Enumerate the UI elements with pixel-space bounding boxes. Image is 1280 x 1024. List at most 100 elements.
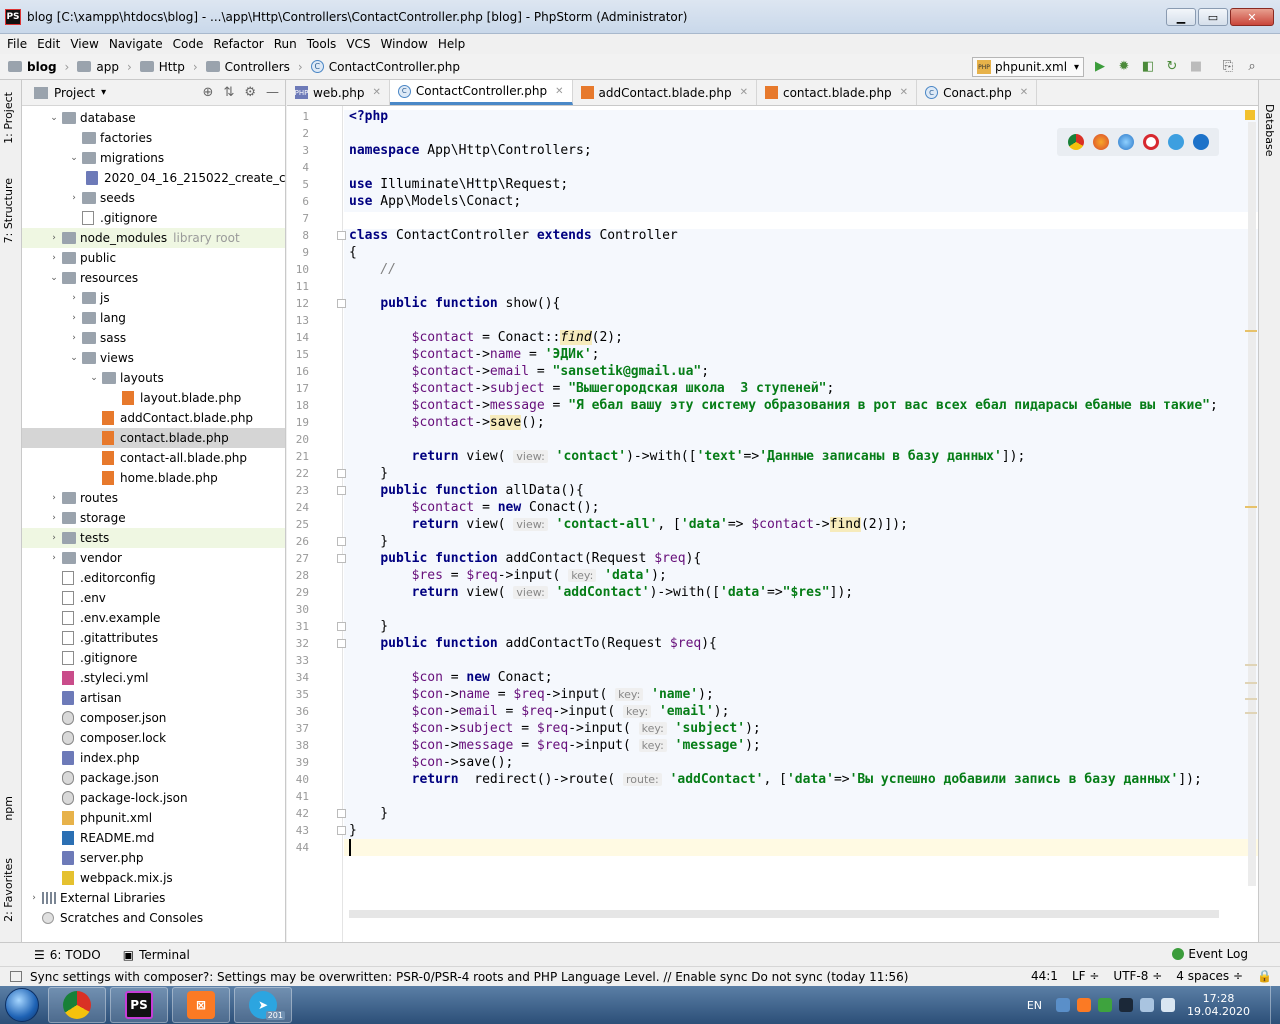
tree-item[interactable]: ⌄ migrations — [22, 148, 285, 168]
collapse-arrow-icon[interactable]: › — [46, 513, 62, 523]
fold-marker-icon[interactable] — [337, 537, 346, 546]
tab-database-tool[interactable]: Database — [1263, 104, 1276, 157]
tab-npm-tool[interactable]: npm — [2, 796, 15, 821]
menu-window[interactable]: Window — [376, 37, 433, 51]
tree-item[interactable]: › lang — [22, 308, 285, 328]
menu-vcs[interactable]: VCS — [341, 37, 375, 51]
code-line[interactable]: } — [349, 533, 388, 550]
tree-item[interactable]: › sass — [22, 328, 285, 348]
firefox-icon[interactable] — [1092, 134, 1109, 150]
code-line[interactable]: $con->name = $req->input( key: 'name'); — [349, 686, 714, 703]
profile-icon[interactable]: ↻ — [1164, 58, 1180, 74]
menu-help[interactable]: Help — [433, 37, 470, 51]
code-line[interactable]: return view( view: 'contact')->with(['te… — [349, 448, 1026, 465]
collapse-arrow-icon[interactable]: › — [26, 893, 42, 903]
code-line[interactable]: $con->subject = $req->input( key: 'subje… — [349, 720, 761, 737]
file-encoding[interactable]: UTF-8 ÷ — [1113, 969, 1162, 983]
tree-item[interactable]: .env.example — [22, 608, 285, 628]
clock[interactable]: 17:28 19.04.2020 — [1187, 992, 1250, 1018]
collapse-arrow-icon[interactable]: › — [46, 533, 62, 543]
collapse-arrow-icon[interactable]: › — [66, 333, 82, 343]
lock-icon[interactable]: 🔒 — [1257, 969, 1272, 983]
code-line[interactable]: class ContactController extends Controll… — [349, 227, 678, 244]
menu-tools[interactable]: Tools — [302, 37, 342, 51]
terminal-icon[interactable]: ⎘ — [1220, 58, 1236, 74]
tree-item[interactable]: server.php — [22, 848, 285, 868]
collapse-arrow-icon[interactable]: › — [46, 233, 62, 243]
fold-marker-icon[interactable] — [337, 469, 346, 478]
fold-marker-icon[interactable] — [337, 486, 346, 495]
tab-structure-tool[interactable]: 7: Structure — [2, 178, 15, 243]
close-window-button[interactable]: ✕ — [1230, 8, 1274, 26]
tree-item[interactable]: ⌄ resources — [22, 268, 285, 288]
code-line[interactable]: $contact->save(); — [349, 414, 545, 431]
stop-icon[interactable]: ■ — [1188, 58, 1204, 74]
close-tab-icon[interactable]: ✕ — [372, 87, 380, 98]
close-tab-icon[interactable]: ✕ — [1020, 87, 1028, 98]
chevron-down-icon[interactable]: ▾ — [101, 87, 106, 98]
network-icon[interactable] — [1056, 998, 1071, 1012]
code-line[interactable]: $con = new Conact; — [349, 669, 553, 686]
collapse-all-icon[interactable]: ⇅ — [223, 85, 234, 100]
chrome-icon[interactable] — [1067, 134, 1084, 150]
menu-refactor[interactable]: Refactor — [208, 37, 268, 51]
code-line[interactable]: public function allData(){ — [349, 482, 584, 499]
taskbar-telegram[interactable]: ➤ 201 — [234, 987, 292, 1023]
tree-item[interactable]: › routes — [22, 488, 285, 508]
close-tab-icon[interactable]: ✕ — [555, 86, 563, 97]
todo-tool-button[interactable]: ☰ 6: TODO — [34, 948, 101, 962]
code-line[interactable]: $res = $req->input( key: 'data'); — [349, 567, 667, 584]
menu-code[interactable]: Code — [168, 37, 209, 51]
code-area[interactable]: <?php namespace App\Http\Controllers; use … — [349, 106, 1249, 942]
taskbar-xampp[interactable]: ⊠ — [172, 987, 230, 1023]
safari-icon[interactable] — [1117, 134, 1134, 150]
tab-project-tool[interactable]: 1: Project — [2, 92, 15, 144]
fold-marker-icon[interactable] — [337, 622, 346, 631]
code-line[interactable]: $contact->message = "Я ебал вашу эту сис… — [349, 397, 1218, 414]
opera-icon[interactable] — [1142, 134, 1159, 150]
menu-edit[interactable]: Edit — [32, 37, 65, 51]
show-desktop-button[interactable] — [1270, 986, 1280, 1024]
code-line[interactable]: { — [349, 244, 357, 261]
tree-item[interactable]: addContact.blade.php — [22, 408, 285, 428]
tree-item[interactable]: phpunit.xml — [22, 808, 285, 828]
code-line[interactable]: $con->email = $req->input( key: 'email')… — [349, 703, 730, 720]
tree-item[interactable]: › seeds — [22, 188, 285, 208]
internet-explorer-icon[interactable] — [1167, 134, 1184, 150]
expand-arrow-icon[interactable]: ⌄ — [46, 273, 62, 283]
tree-item[interactable]: ⌄ layouts — [22, 368, 285, 388]
tree-item[interactable]: contact-all.blade.php — [22, 448, 285, 468]
collapse-arrow-icon[interactable]: › — [66, 313, 82, 323]
code-line[interactable]: } — [349, 822, 357, 839]
breadcrumb-controllers[interactable]: Controllers › — [205, 60, 303, 74]
menu-view[interactable]: View — [65, 37, 103, 51]
volume-icon[interactable] — [1161, 998, 1176, 1012]
tree-item[interactable]: composer.lock — [22, 728, 285, 748]
start-button[interactable] — [0, 986, 44, 1024]
tree-item[interactable]: › tests — [22, 528, 285, 548]
code-line[interactable]: $contact->email = "sansetik@gmail.ua"; — [349, 363, 709, 380]
collapse-arrow-icon[interactable]: › — [66, 293, 82, 303]
project-view-select[interactable]: Project — [54, 86, 95, 100]
collapse-arrow-icon[interactable]: › — [46, 553, 62, 563]
code-line[interactable]: $contact->name = 'ЭДИк'; — [349, 346, 600, 363]
tree-item[interactable]: › public — [22, 248, 285, 268]
code-line[interactable]: use App\Models\Conact; — [349, 193, 521, 210]
indent-settings[interactable]: 4 spaces ÷ — [1176, 969, 1243, 983]
tree-item[interactable]: › storage — [22, 508, 285, 528]
expand-arrow-icon[interactable]: ⌄ — [86, 373, 102, 383]
code-line[interactable]: return view( view: 'addContact')->with([… — [349, 584, 853, 601]
editor-tab[interactable]: C ContactController.php ✕ — [389, 80, 573, 105]
steam-icon[interactable] — [1119, 998, 1134, 1012]
breadcrumb-app[interactable]: app › — [77, 60, 132, 74]
editor-tab[interactable]: C Conact.php ✕ — [917, 80, 1038, 105]
breadcrumb-file[interactable]: C ContactController.php — [310, 60, 460, 74]
security-icon[interactable] — [1098, 998, 1113, 1012]
coverage-icon[interactable]: ◧ — [1140, 58, 1156, 74]
tree-item[interactable]: › External Libraries — [22, 888, 285, 908]
gear-icon[interactable]: ⚙ — [244, 85, 256, 100]
tree-item[interactable]: .editorconfig — [22, 568, 285, 588]
fold-marker-icon[interactable] — [337, 639, 346, 648]
collapse-arrow-icon[interactable]: › — [46, 253, 62, 263]
event-log-button[interactable]: Event Log — [1172, 947, 1248, 961]
